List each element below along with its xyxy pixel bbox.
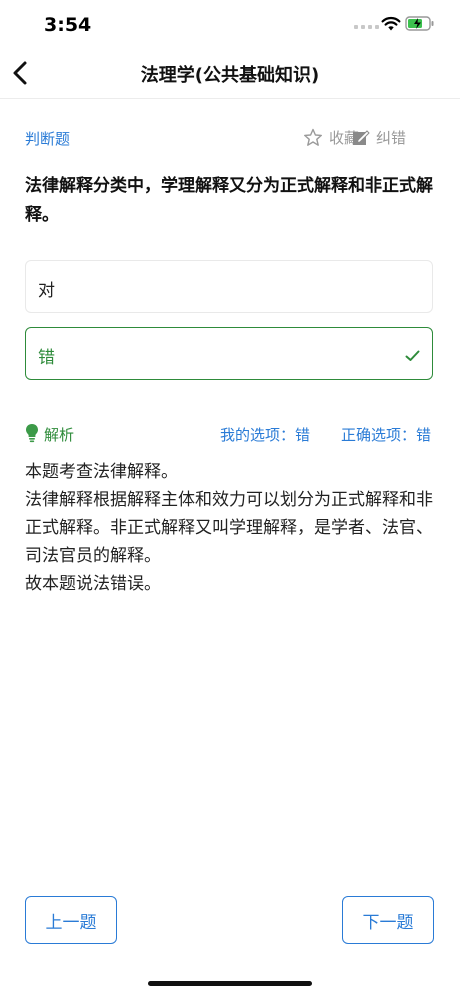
- report-error-button[interactable]: 纠错: [352, 127, 406, 148]
- checkmark-icon: [405, 350, 420, 361]
- favorite-button[interactable]: 收藏: [303, 127, 359, 148]
- page-title: 法理学(公共基础知识): [140, 65, 320, 86]
- status-time: 3:54: [44, 14, 92, 36]
- status-bar: 3:54: [0, 0, 460, 50]
- lightbulb-icon: [26, 424, 38, 443]
- wifi-icon: [381, 16, 401, 31]
- analysis-line: 法律解释根据解释主体和效力可以划分为正式解释和非正式解释。非正式解释又叫学理解释…: [25, 490, 433, 566]
- home-indicator[interactable]: [148, 981, 312, 986]
- analysis-header: 解析 我的选项：错 正确选项：错: [25, 423, 435, 445]
- question-type-label: 判断题: [25, 130, 71, 148]
- analysis-line: 本题考查法律解释。: [25, 462, 178, 482]
- star-icon: [304, 128, 322, 146]
- option-label: 错: [38, 348, 55, 368]
- option-false[interactable]: 错: [25, 327, 433, 380]
- option-label: 对: [38, 281, 55, 301]
- question-text: 法律解释分类中，学理解释又分为正式解释和非正式解释。: [25, 176, 433, 225]
- next-question-button[interactable]: 下一题: [342, 896, 434, 944]
- report-error-label: 纠错: [376, 129, 407, 147]
- analysis-line: 故本题说法错误。: [25, 574, 161, 594]
- correct-answer-text: 正确选项：错: [341, 426, 432, 444]
- analysis-label: 解析: [44, 426, 75, 444]
- my-choice-text: 我的选项：错: [220, 426, 311, 444]
- analysis-body: 本题考查法律解释。 法律解释根据解释主体和效力可以划分为正式解释和非正式解释。非…: [25, 458, 440, 598]
- navigation-bar: 法理学(公共基础知识): [0, 50, 460, 99]
- cellular-signal-icon: [354, 25, 379, 29]
- battery-charging-icon: [405, 16, 434, 31]
- previous-question-button[interactable]: 上一题: [25, 896, 117, 944]
- option-true[interactable]: 对: [25, 260, 433, 313]
- edit-icon: [353, 130, 370, 145]
